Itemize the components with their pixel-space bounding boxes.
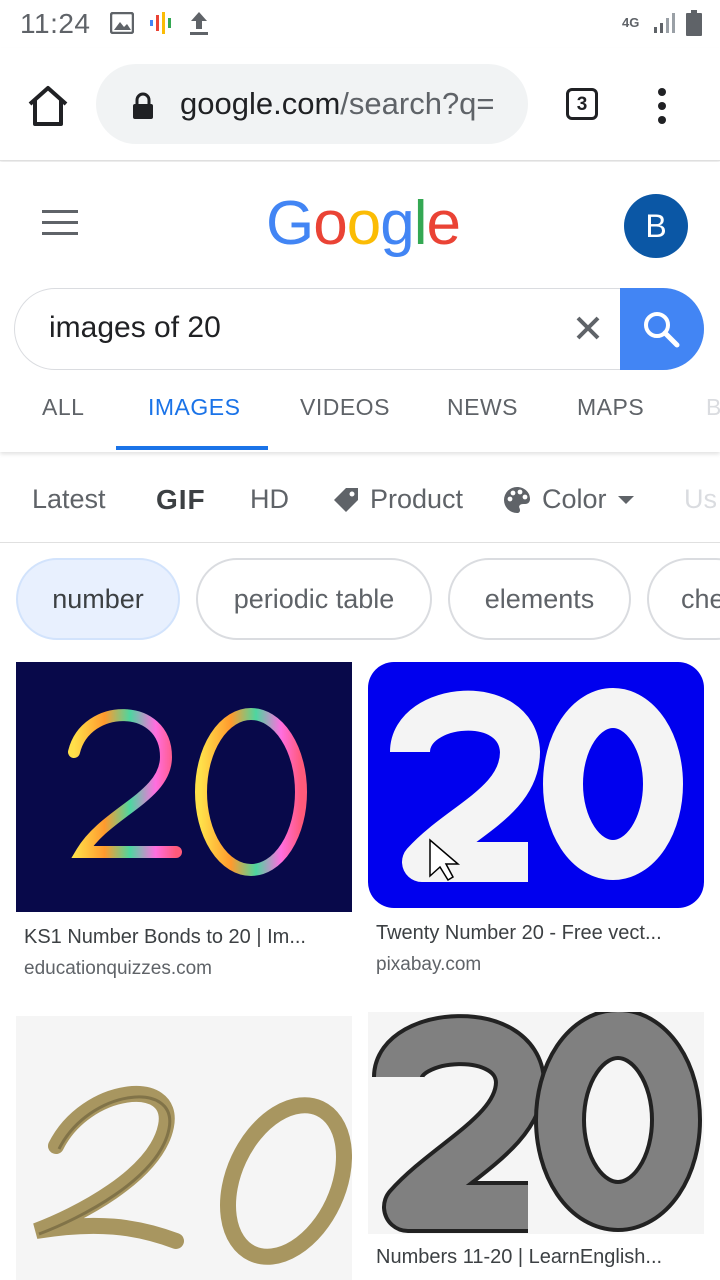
chip-number[interactable]: number: [16, 558, 180, 640]
result-title[interactable]: Twenty Number 20 - Free vect...: [376, 922, 700, 945]
tab-switcher-button[interactable]: 3: [566, 88, 598, 120]
tab-all[interactable]: ALL: [42, 394, 84, 421]
chip-periodic-table[interactable]: periodic table: [196, 558, 432, 640]
google-logo[interactable]: Google: [266, 188, 461, 259]
signal-icon: [654, 13, 675, 33]
account-avatar[interactable]: B: [624, 194, 688, 258]
hamburger-menu-icon[interactable]: [42, 210, 78, 235]
result-thumbnail[interactable]: [368, 662, 704, 908]
search-box[interactable]: images of 20: [14, 288, 704, 370]
lock-icon: [133, 92, 153, 119]
search-input[interactable]: images of 20: [49, 311, 221, 345]
chip-chemistry[interactable]: che: [647, 558, 720, 640]
palette-icon: [504, 486, 530, 513]
result-thumbnail[interactable]: [16, 662, 352, 912]
filter-product[interactable]: Product: [332, 484, 463, 515]
tab-maps[interactable]: MAPS: [577, 394, 644, 421]
network-type-label: 4G: [622, 15, 640, 30]
result-source[interactable]: educationquizzes.com: [24, 958, 212, 980]
result-thumbnail[interactable]: [16, 1016, 352, 1280]
filter-latest[interactable]: Latest: [32, 484, 106, 515]
related-chips: number periodic table elements che: [0, 558, 720, 642]
address-bar[interactable]: google.com/search?q=: [96, 64, 528, 144]
filter-gif[interactable]: GIF: [156, 484, 206, 516]
image-result[interactable]: [16, 1016, 352, 1280]
browser-toolbar: google.com/search?q= 3: [0, 48, 720, 161]
tab-images[interactable]: IMAGES: [148, 394, 240, 421]
image-result[interactable]: KS1 Number Bonds to 20 | Im... education…: [16, 662, 352, 992]
filter-bar: Latest GIF HD Product Color Us: [0, 454, 720, 543]
battery-icon: [686, 10, 702, 36]
result-source[interactable]: pixabay.com: [376, 954, 481, 976]
result-title[interactable]: Numbers 11-20 | LearnEnglish...: [376, 1246, 700, 1269]
status-time: 11:24: [20, 8, 91, 39]
result-title[interactable]: KS1 Number Bonds to 20 | Im...: [24, 926, 348, 949]
search-icon: [644, 312, 680, 348]
home-icon[interactable]: [26, 84, 70, 128]
google-header: Google B images of 20 ALL IMAGES VIDEOS …: [0, 162, 720, 452]
filter-hd[interactable]: HD: [250, 484, 289, 515]
chevron-down-icon: [617, 495, 634, 504]
active-tab-indicator: [116, 446, 268, 450]
tab-books[interactable]: B: [706, 394, 720, 421]
search-tabs: ALL IMAGES VIDEOS NEWS MAPS B: [0, 388, 720, 450]
more-options-icon[interactable]: [650, 86, 674, 126]
result-thumbnail[interactable]: [368, 1012, 704, 1234]
tab-news[interactable]: NEWS: [447, 394, 518, 421]
filter-color[interactable]: Color: [502, 484, 635, 515]
podcast-icon: [150, 12, 171, 34]
filter-usage-rights[interactable]: Us: [684, 484, 717, 515]
chip-elements[interactable]: elements: [448, 558, 631, 640]
status-bar: 11:24 4G: [0, 0, 720, 48]
tab-videos[interactable]: VIDEOS: [300, 394, 390, 421]
image-result[interactable]: Twenty Number 20 - Free vect... pixabay.…: [368, 662, 704, 992]
image-result[interactable]: Numbers 11-20 | LearnEnglish...: [368, 1012, 704, 1280]
tag-icon: [334, 487, 358, 512]
upload-icon: [190, 12, 208, 35]
url-text: google.com/search?q=: [180, 86, 495, 121]
clear-icon[interactable]: [571, 311, 605, 345]
image-notification-icon: [110, 12, 134, 34]
search-button[interactable]: [620, 288, 704, 370]
